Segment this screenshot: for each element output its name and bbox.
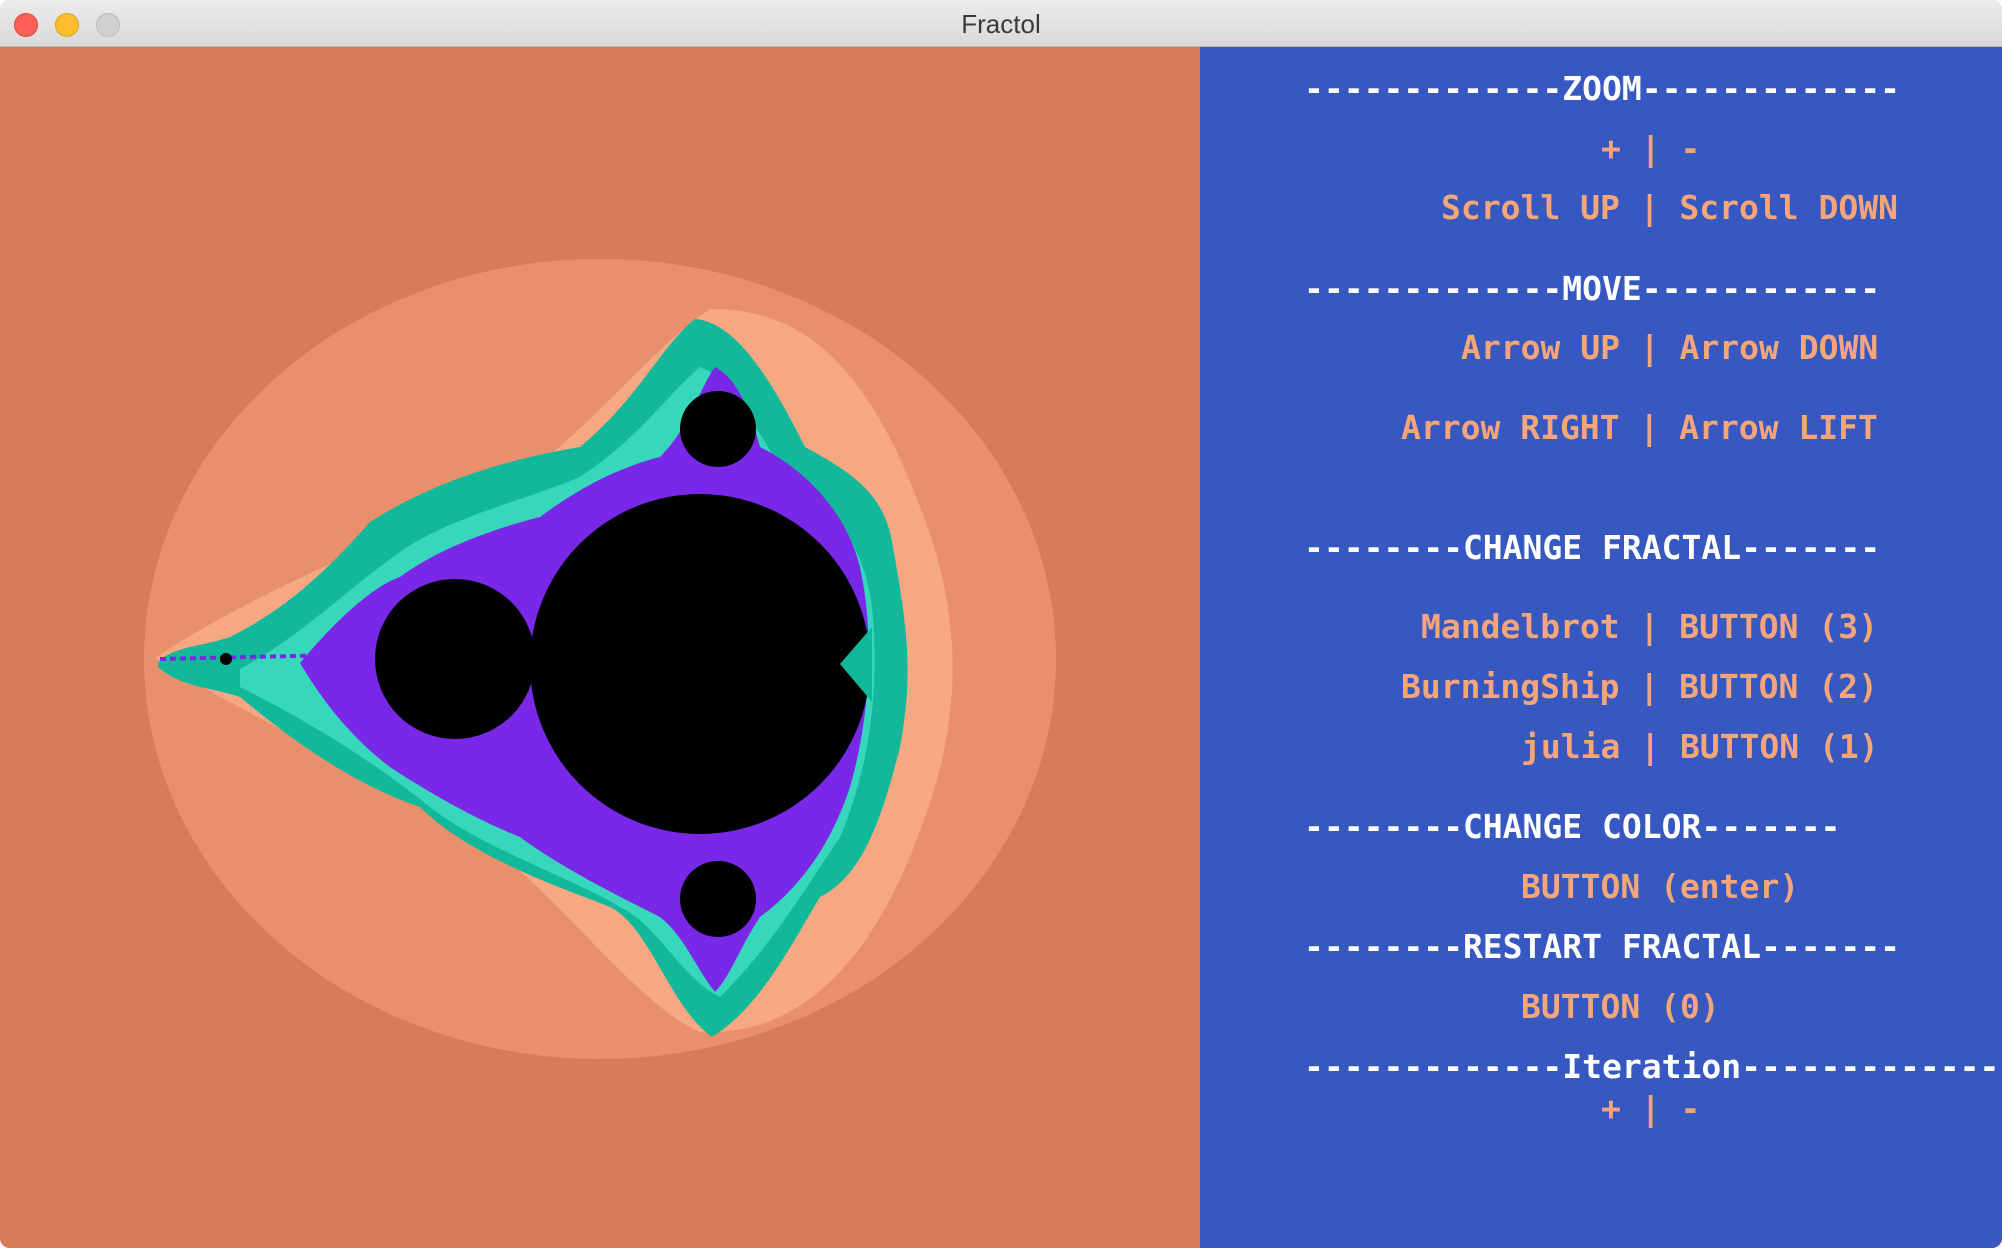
move-vertical-text: Arrow UP | Arrow DOWN (1461, 328, 1879, 367)
zoom-scroll-text: Scroll UP | Scroll DOWN (1441, 188, 1898, 227)
iteration-header: -------------Iteration------------- (1304, 1047, 2000, 1086)
change-fractal-header: --------CHANGE FRACTAL------- (1304, 528, 1881, 567)
burningship-option: BurningShip | BUTTON (2) (1401, 667, 1878, 706)
mandelbrot-bottom-bulb (680, 861, 756, 937)
zoom-header: -------------ZOOM------------- (1304, 69, 1901, 108)
move-horizontal-text: Arrow RIGHT | Arrow LIFT (1401, 408, 1878, 447)
julia-option: julia | BUTTON (1) (1521, 727, 1879, 766)
change-color-key: BUTTON (enter) (1521, 867, 1800, 906)
fractol-window: Fractol -------------ZOOM------------- +… (0, 0, 2002, 1248)
change-color-header: --------CHANGE COLOR------- (1304, 807, 1841, 846)
mandelbrot-period2-bulb (375, 579, 535, 739)
controls-panel: -------------ZOOM------------- + | - Scr… (1200, 47, 2002, 1248)
title-bar: Fractol (0, 0, 2002, 47)
zoom-keys: + | - (1601, 129, 1701, 168)
move-header: -------------MOVE------------ (1304, 269, 1881, 308)
restart-key: BUTTON (0) (1521, 987, 1720, 1026)
mandelbrot-main-cardioid (530, 494, 870, 834)
fractal-canvas[interactable] (0, 47, 1200, 1248)
window-title: Fractol (961, 9, 1041, 39)
restart-header: --------RESTART FRACTAL------- (1304, 927, 1901, 966)
mandelbrot-option: Mandelbrot | BUTTON (3) (1421, 607, 1878, 646)
mandelbrot-mini-set (220, 653, 232, 665)
iteration-keys: + | - (1601, 1089, 1701, 1128)
mandelbrot-top-bulb (680, 391, 756, 467)
